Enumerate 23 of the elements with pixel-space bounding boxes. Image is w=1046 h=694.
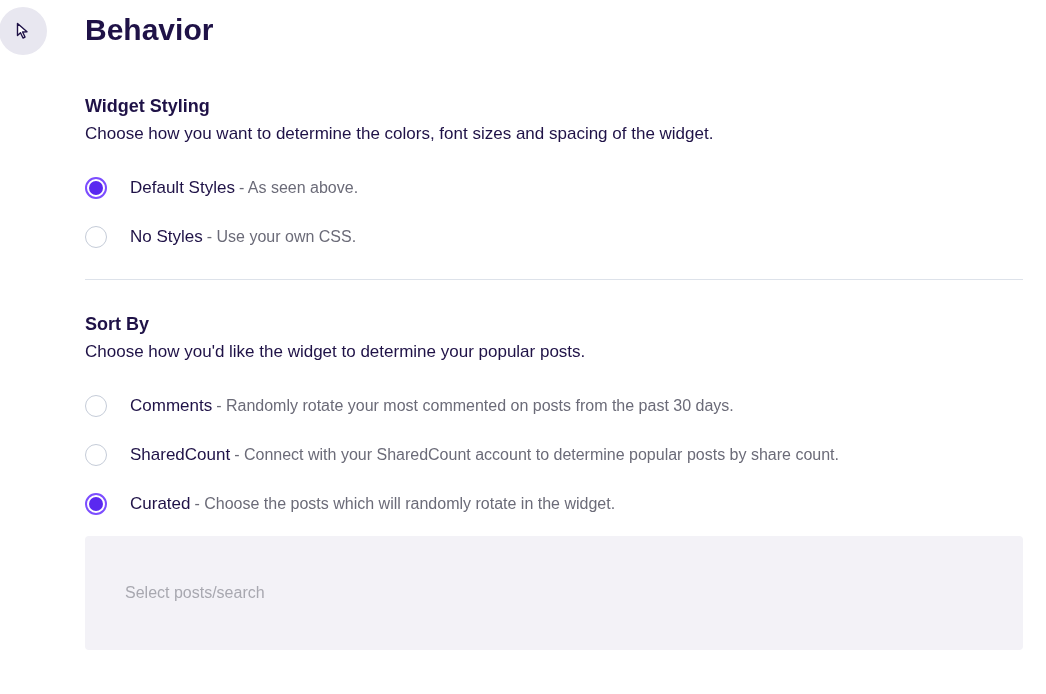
section-heading: Widget Styling <box>85 95 211 117</box>
radio-button[interactable] <box>85 225 107 248</box>
radio-button[interactable] <box>85 394 107 417</box>
option-description: - Use your own CSS. <box>206 227 357 246</box>
cursor-icon <box>16 22 30 40</box>
search-field[interactable]: Select posts/search <box>85 536 1023 650</box>
option-description: - Connect with your SharedCount account to determine popular posts by share count. <box>234 445 839 464</box>
option-label: Comments <box>130 395 213 416</box>
page-title: Behavior <box>85 12 215 48</box>
option-label: No Styles <box>130 226 203 247</box>
option-label: SharedCount <box>130 444 231 465</box>
option-description: - Randomly rotate your most commented on posts from the past 30 days. <box>216 396 734 415</box>
radio-button[interactable] <box>85 492 107 515</box>
section-description: Choose how you'd like the widget to determine your popular posts. <box>85 341 587 363</box>
radio-button[interactable] <box>85 443 107 466</box>
section-heading: Sort By <box>85 313 150 335</box>
option-description: - As seen above. <box>238 178 359 197</box>
option-label: Curated <box>130 493 191 514</box>
option-description: - Choose the posts which will randomly rotate in the widget. <box>194 494 616 513</box>
section-description: Choose how you want to determine the colors, font sizes and spacing of the widget. <box>85 123 715 145</box>
option-label: Default Styles <box>130 177 235 198</box>
radio-button[interactable] <box>85 176 107 199</box>
cursor-button[interactable] <box>0 7 47 55</box>
